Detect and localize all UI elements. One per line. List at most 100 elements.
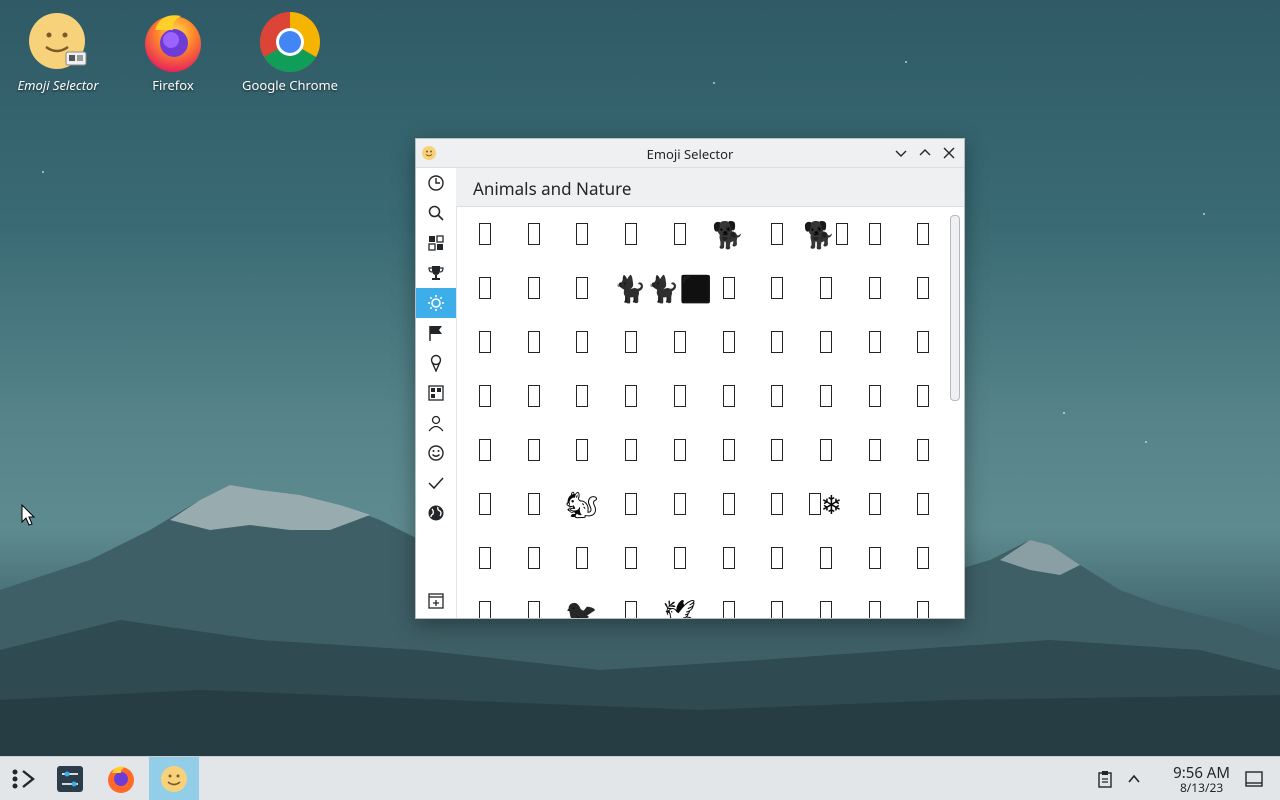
- emoji-cell[interactable]: 🐿: [557, 477, 606, 531]
- emoji-cell[interactable]: [606, 207, 655, 261]
- emoji-cell[interactable]: [509, 207, 558, 261]
- emoji-cell[interactable]: [898, 369, 941, 423]
- emoji-cell[interactable]: [704, 585, 753, 618]
- emoji-cell[interactable]: [606, 423, 655, 477]
- emoji-cell[interactable]: 🐈 ⬛: [647, 261, 712, 315]
- emoji-cell[interactable]: [850, 207, 899, 261]
- emoji-cell[interactable]: ❄: [801, 477, 850, 531]
- emoji-cell[interactable]: [898, 261, 941, 315]
- title-bar[interactable]: Emoji Selector: [416, 139, 964, 168]
- emoji-cell[interactable]: [655, 207, 704, 261]
- emoji-cell[interactable]: 🐕: [704, 207, 753, 261]
- emoji-cell[interactable]: [850, 315, 899, 369]
- emoji-cell[interactable]: [704, 531, 753, 585]
- category-activities[interactable]: [416, 258, 456, 288]
- emoji-cell[interactable]: [509, 477, 558, 531]
- emoji-cell[interactable]: [557, 423, 606, 477]
- emoji-cell[interactable]: [606, 369, 655, 423]
- category-search[interactable]: [416, 198, 456, 228]
- emoji-cell[interactable]: [898, 585, 941, 618]
- emoji-cell[interactable]: [509, 315, 558, 369]
- category-smileys-and-emotion[interactable]: [416, 438, 456, 468]
- emoji-cell[interactable]: [460, 369, 509, 423]
- emoji-cell[interactable]: [898, 423, 941, 477]
- emoji-cell[interactable]: [460, 477, 509, 531]
- emoji-cell[interactable]: [655, 423, 704, 477]
- emoji-cell[interactable]: [898, 477, 941, 531]
- emoji-cell[interactable]: [460, 423, 509, 477]
- emoji-cell[interactable]: [509, 531, 558, 585]
- emoji-cell[interactable]: [509, 261, 558, 315]
- minimize-button[interactable]: [891, 143, 911, 163]
- emoji-cell[interactable]: [704, 423, 753, 477]
- emoji-cell[interactable]: [557, 369, 606, 423]
- emoji-cell[interactable]: [898, 531, 941, 585]
- emoji-cell[interactable]: [655, 369, 704, 423]
- desktop-icon-emoji-selector[interactable]: Emoji Selector: [3, 10, 113, 94]
- category-recent[interactable]: [416, 168, 456, 198]
- emoji-cell[interactable]: [704, 261, 753, 315]
- taskbar-firefox[interactable]: [97, 757, 145, 800]
- emoji-cell[interactable]: [606, 531, 655, 585]
- emoji-cell[interactable]: [801, 261, 850, 315]
- emoji-cell[interactable]: [801, 315, 850, 369]
- category-travel-and-places[interactable]: [416, 498, 456, 528]
- emoji-cell[interactable]: [655, 477, 704, 531]
- emoji-cell[interactable]: [509, 369, 558, 423]
- emoji-cell[interactable]: [557, 315, 606, 369]
- emoji-cell[interactable]: [752, 261, 801, 315]
- emoji-cell[interactable]: [752, 369, 801, 423]
- digital-clock[interactable]: 9:56 AM 8/13/23: [1173, 765, 1230, 795]
- category-animals-and-nature[interactable]: [416, 288, 456, 318]
- system-tray-expand-button[interactable]: [1112, 757, 1156, 800]
- category-people-and-body[interactable]: [416, 408, 456, 438]
- emoji-cell[interactable]: [460, 207, 509, 261]
- emoji-cell[interactable]: [850, 261, 899, 315]
- emoji-cell[interactable]: [606, 585, 655, 618]
- desktop-icon-chrome[interactable]: Google Chrome: [235, 10, 345, 94]
- category-objects[interactable]: [416, 378, 456, 408]
- close-button[interactable]: [939, 143, 959, 163]
- emoji-cell[interactable]: [898, 315, 941, 369]
- emoji-cell[interactable]: [460, 531, 509, 585]
- emoji-cell[interactable]: 🕊: [655, 585, 704, 618]
- emoji-cell[interactable]: [752, 315, 801, 369]
- emoji-cell[interactable]: [606, 477, 655, 531]
- emoji-cell[interactable]: [752, 531, 801, 585]
- emoji-cell[interactable]: [557, 531, 606, 585]
- emoji-cell[interactable]: [460, 261, 509, 315]
- emoji-cell[interactable]: [801, 531, 850, 585]
- emoji-cell[interactable]: [801, 369, 850, 423]
- taskbar-system-settings[interactable]: [46, 757, 94, 800]
- emoji-cell[interactable]: [801, 423, 850, 477]
- application-launcher-button[interactable]: [0, 757, 48, 800]
- emoji-cell[interactable]: [509, 585, 558, 618]
- emoji-cell[interactable]: [704, 369, 753, 423]
- emoji-cell[interactable]: [752, 477, 801, 531]
- emoji-cell[interactable]: [655, 531, 704, 585]
- category-flags[interactable]: [416, 318, 456, 348]
- show-desktop-button[interactable]: [1232, 757, 1276, 800]
- category-all[interactable]: [416, 228, 456, 258]
- emoji-cell[interactable]: [460, 585, 509, 618]
- emoji-cell[interactable]: 🐕: [801, 207, 850, 261]
- emoji-cell[interactable]: [850, 369, 899, 423]
- emoji-cell[interactable]: [850, 585, 899, 618]
- emoji-cell[interactable]: [801, 585, 850, 618]
- emoji-cell[interactable]: [850, 477, 899, 531]
- emoji-cell[interactable]: [460, 315, 509, 369]
- emoji-cell[interactable]: [898, 207, 941, 261]
- desktop-icon-firefox[interactable]: Firefox: [118, 10, 228, 94]
- emoji-cell[interactable]: [850, 531, 899, 585]
- emoji-cell[interactable]: [752, 207, 801, 261]
- maximize-button[interactable]: [915, 143, 935, 163]
- taskbar-emoji-selector[interactable]: [149, 757, 199, 800]
- emoji-cell[interactable]: [752, 423, 801, 477]
- emoji-cell[interactable]: [704, 315, 753, 369]
- emoji-cell[interactable]: [606, 315, 655, 369]
- emoji-cell[interactable]: [557, 261, 606, 315]
- emoji-cell[interactable]: [752, 585, 801, 618]
- emoji-cell[interactable]: [655, 315, 704, 369]
- emoji-cell[interactable]: 🐦: [557, 585, 606, 618]
- emoji-cell[interactable]: [557, 207, 606, 261]
